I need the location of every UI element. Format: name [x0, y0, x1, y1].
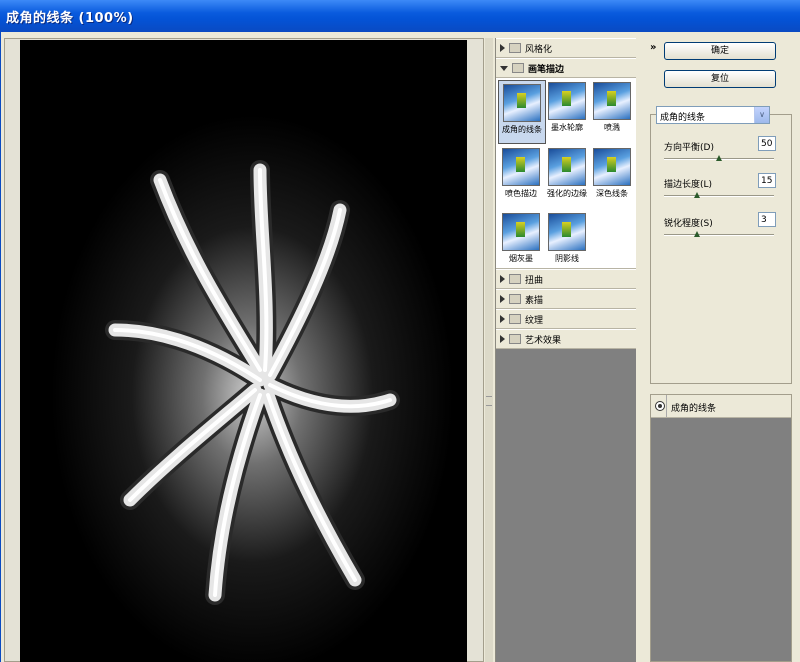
filter-thumb-image [502, 148, 540, 186]
param-label: 描边长度(L) [664, 180, 713, 190]
folder-icon [509, 294, 521, 304]
folder-label: 扭曲 [525, 275, 544, 286]
effect-layer-label: 成角的线条 [671, 404, 717, 414]
filter-gallery: 风格化 画笔描边 成角的线条 墨水轮廓 喷溅 喷色描边 强化的边缘 深色线条 烟… [495, 38, 636, 662]
preview-canvas[interactable] [20, 40, 467, 662]
preview-image [20, 40, 467, 662]
folder-label: 画笔描边 [528, 64, 565, 75]
expand-arrow-icon [500, 44, 505, 52]
effect-layer-row[interactable]: 成角的线条 [651, 395, 791, 418]
filter-thumb-image [548, 213, 586, 251]
folder-icon [509, 43, 521, 53]
filter-thumb-image [503, 84, 541, 122]
chevron-down-icon[interactable]: ∨ [754, 107, 769, 123]
folder-icon [509, 334, 521, 344]
param-input[interactable]: 3 [758, 212, 776, 227]
visibility-eye-icon[interactable] [655, 401, 665, 411]
filter-thumb-image [502, 213, 540, 251]
folder-label: 纹理 [525, 315, 544, 326]
expand-arrow-icon [500, 295, 505, 303]
filter-thumb-ink-outlines[interactable]: 墨水轮廓 [544, 82, 590, 133]
slider-track[interactable] [664, 195, 774, 197]
filter-thumb-image [593, 82, 631, 120]
filter-thumb-sumi-e[interactable]: 烟灰墨 [498, 213, 544, 264]
filter-thumb-image [548, 148, 586, 186]
slider-track[interactable] [664, 234, 774, 236]
window-title: 成角的线条 (100%) [6, 11, 134, 26]
filter-select[interactable]: 成角的线条 ∨ [656, 106, 770, 124]
preview-splitter[interactable] [485, 38, 493, 662]
folder-texture[interactable]: 纹理 [496, 309, 636, 329]
folder-label: 风格化 [525, 44, 553, 55]
folder-icon [512, 63, 524, 73]
title-bar: 成角的线条 (100%) [0, 0, 800, 32]
folder-sketch[interactable]: 素描 [496, 289, 636, 309]
filter-thumb-image [548, 82, 586, 120]
thumb-label: 成角的线条 [502, 125, 542, 134]
thumbnail-grid: 成角的线条 墨水轮廓 喷溅 喷色描边 强化的边缘 深色线条 烟灰墨 阴影线 [496, 78, 636, 269]
expand-arrow-icon [500, 275, 505, 283]
filter-thumb-image [593, 148, 631, 186]
collapse-arrow-icon [500, 65, 508, 71]
param-sharpness: 锐化程度(S) 3 [664, 212, 784, 252]
ok-button[interactable]: 确定 [664, 42, 776, 60]
filter-thumb-crosshatch[interactable]: 阴影线 [544, 213, 590, 264]
thumb-label: 烟灰墨 [509, 254, 533, 263]
thumb-label: 喷溅 [604, 123, 620, 132]
filter-thumb-accented-edges[interactable]: 强化的边缘 [544, 148, 590, 199]
splitter-grip[interactable] [486, 396, 492, 406]
folder-icon [509, 274, 521, 284]
expand-arrow-icon [500, 335, 505, 343]
folder-brush-strokes[interactable]: 画笔描边 [496, 58, 636, 78]
folder-artistic[interactable]: 艺术效果 [496, 329, 636, 349]
effect-layers-panel: 成角的线条 [650, 394, 792, 662]
collapse-gallery-icon[interactable]: » [650, 42, 656, 53]
folder-label: 艺术效果 [525, 335, 562, 346]
param-label: 锐化程度(S) [664, 219, 713, 229]
reset-button[interactable]: 复位 [664, 70, 776, 88]
param-stroke-length: 描边长度(L) 15 [664, 173, 784, 213]
slider-thumb[interactable] [694, 231, 700, 237]
slider-thumb[interactable] [694, 192, 700, 198]
filter-thumb-spatter[interactable]: 喷溅 [589, 82, 635, 133]
expand-arrow-icon [500, 315, 505, 323]
filter-thumb-angled-strokes[interactable]: 成角的线条 [498, 80, 546, 144]
folder-distort[interactable]: 扭曲 [496, 269, 636, 289]
param-label: 方向平衡(D) [664, 143, 714, 153]
param-input[interactable]: 15 [758, 173, 776, 188]
thumb-label: 墨水轮廓 [551, 123, 583, 132]
thumb-label: 阴影线 [555, 254, 579, 263]
folder-icon [509, 314, 521, 324]
settings-panel: » 确定 复位 成角的线条 ∨ 方向平衡(D) 50 描边长度(L) 15 锐化… [642, 38, 800, 662]
folder-stylize[interactable]: 风格化 [496, 38, 636, 58]
param-direction-balance: 方向平衡(D) 50 [664, 136, 784, 176]
filter-thumb-dark-strokes[interactable]: 深色线条 [589, 148, 635, 199]
filter-select-value: 成角的线条 [660, 113, 706, 123]
param-input[interactable]: 50 [758, 136, 776, 151]
thumb-label: 喷色描边 [505, 189, 537, 198]
thumb-label: 强化的边缘 [547, 189, 587, 198]
folder-label: 素描 [525, 295, 544, 306]
filter-thumb-sprayed-strokes[interactable]: 喷色描边 [498, 148, 544, 199]
divider [666, 395, 667, 417]
thumb-label: 深色线条 [596, 189, 628, 198]
slider-thumb[interactable] [716, 155, 722, 161]
